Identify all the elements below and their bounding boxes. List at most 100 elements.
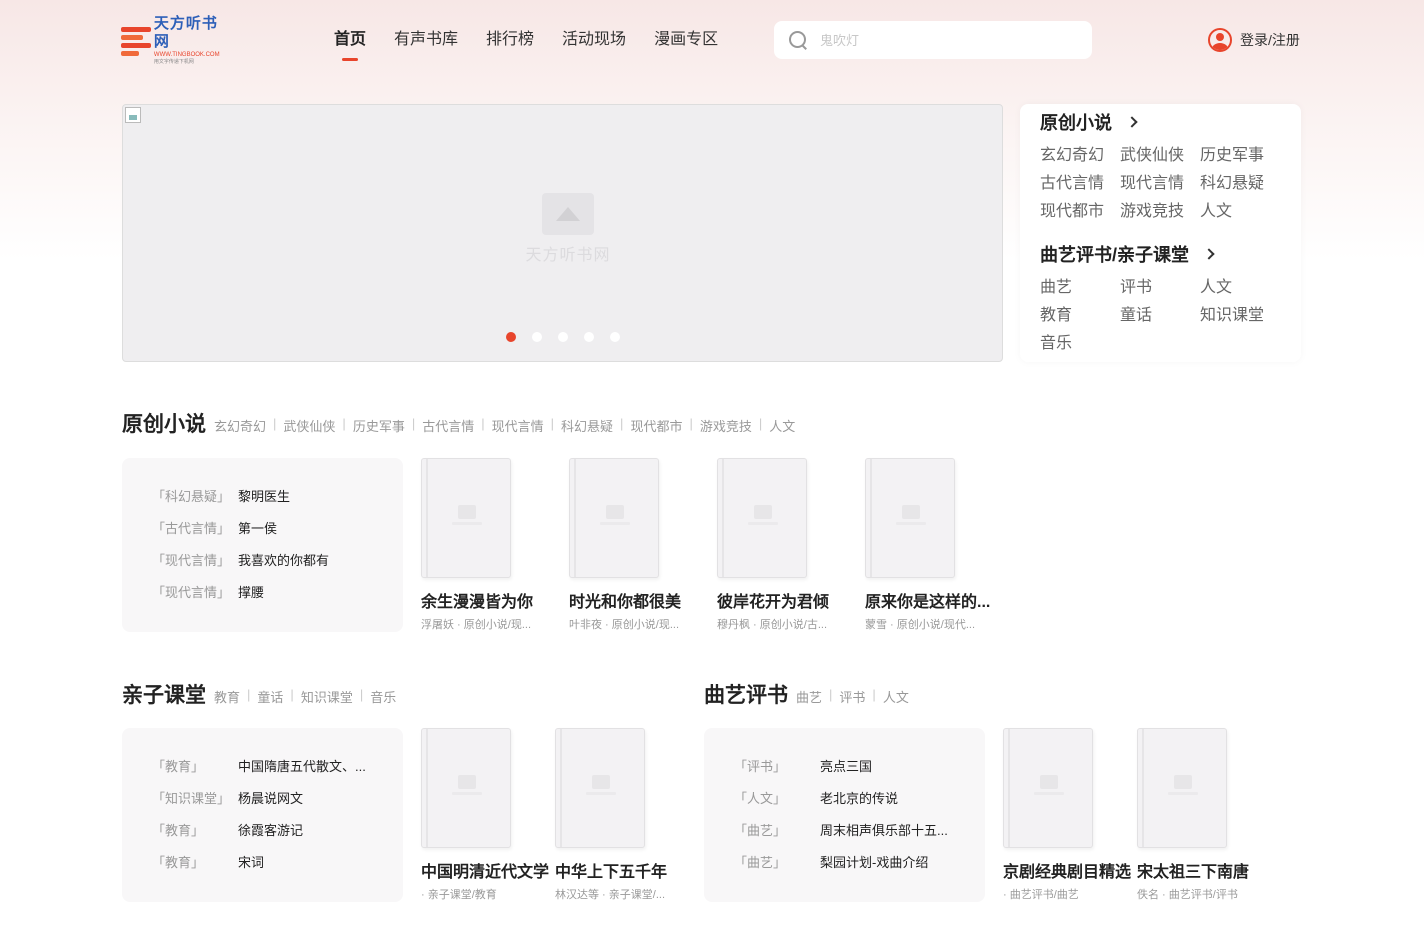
nav-audiobook-library[interactable]: 有声书库 (394, 28, 458, 52)
book-cover[interactable] (1003, 728, 1093, 848)
list-item[interactable]: 「科幻悬疑」 黎明医生 (152, 488, 378, 506)
list-item[interactable]: 「教育」 徐霞客游记 (152, 822, 378, 840)
category-original-novel-link[interactable]: 原创小说 (1040, 109, 1138, 135)
image-placeholder-icon (458, 505, 476, 519)
list-item-category: 「科幻悬疑」 (152, 489, 231, 504)
book-card[interactable]: 中华上下五千年 林汉达等 · 亲子课堂/... (555, 728, 695, 902)
list-item[interactable]: 「教育」 宋词 (152, 854, 378, 872)
book-cover[interactable] (421, 728, 511, 848)
carousel-dot-5[interactable] (610, 332, 620, 342)
book-title[interactable]: 时光和你都很美 (569, 588, 704, 612)
nav-rankings[interactable]: 排行榜 (486, 28, 534, 52)
list-item[interactable]: 「评书」 亮点三国 (734, 758, 960, 776)
category-item[interactable]: 历史军事 (1200, 146, 1280, 166)
section-tag[interactable]: 古代言情 (422, 416, 474, 435)
section-header-opera: 曲艺评书 曲艺 | 评书 | 人文 (704, 679, 909, 709)
list-item-category: 「人文」 (734, 791, 787, 806)
category-item[interactable]: 人文 (1200, 202, 1280, 222)
book-cover[interactable] (1137, 728, 1227, 848)
book-title[interactable]: 彼岸花开为君倾 (717, 588, 852, 612)
category-item[interactable]: 曲艺 (1040, 278, 1120, 298)
book-title[interactable]: 原来你是这样的... (865, 588, 1000, 612)
login-label: 登录/注册 (1240, 32, 1300, 48)
list-item[interactable]: 「人文」 老北京的传说 (734, 790, 960, 808)
tag-divider: | (411, 416, 416, 431)
category-item[interactable]: 教育 (1040, 306, 1120, 326)
book-card[interactable]: 时光和你都很美 叶非夜 · 原创小说/现... (569, 458, 709, 632)
section-title[interactable]: 亲子课堂 (122, 679, 206, 709)
carousel-dot-3[interactable] (558, 332, 568, 342)
list-item[interactable]: 「曲艺」 梨园计划-戏曲介绍 (734, 854, 960, 872)
section-tag[interactable]: 知识课堂 (301, 687, 353, 706)
section-tag[interactable]: 现代言情 (492, 416, 544, 435)
section-tag[interactable]: 音乐 (370, 687, 396, 706)
nav-events[interactable]: 活动现场 (562, 28, 626, 52)
category-item[interactable]: 现代都市 (1040, 202, 1120, 222)
list-item[interactable]: 「知识课堂」 杨晨说网文 (152, 790, 378, 808)
section-tag[interactable]: 人文 (769, 416, 795, 435)
main-nav: 首页 有声书库 排行榜 活动现场 漫画专区 (334, 28, 746, 61)
book-card[interactable]: 宋太祖三下南唐 佚名 · 曲艺评书/评书 (1137, 728, 1277, 902)
category-item[interactable]: 知识课堂 (1200, 306, 1280, 326)
book-card[interactable]: 余生漫漫皆为你 浮屠妖 · 原创小说/现... (421, 458, 561, 632)
list-item[interactable]: 「曲艺」 周末相声俱乐部十五... (734, 822, 960, 840)
section-tag[interactable]: 童话 (257, 687, 283, 706)
book-card[interactable]: 彼岸花开为君倾 穆丹枫 · 原创小说/古... (717, 458, 857, 632)
nav-comics[interactable]: 漫画专区 (654, 28, 718, 52)
section-tag[interactable]: 游戏竞技 (700, 416, 752, 435)
tag-divider: | (829, 687, 833, 702)
category-item[interactable]: 古代言情 (1040, 174, 1120, 194)
search-input[interactable] (820, 32, 1060, 48)
section-tag[interactable]: 玄幻奇幻 (214, 416, 266, 435)
section-tag[interactable]: 历史军事 (353, 416, 405, 435)
section-tag[interactable]: 曲艺 (796, 687, 822, 706)
category-item[interactable]: 评书 (1120, 278, 1200, 298)
section-tag[interactable]: 教育 (214, 687, 240, 706)
book-cover[interactable] (555, 728, 645, 848)
list-item[interactable]: 「古代言情」 第一侯 (152, 520, 378, 538)
book-title[interactable]: 中国明清近代文学 (421, 858, 556, 882)
section-title[interactable]: 原创小说 (122, 408, 206, 438)
book-title[interactable]: 宋太祖三下南唐 (1137, 858, 1272, 882)
section-tag[interactable]: 现代都市 (630, 416, 682, 435)
book-cover[interactable] (569, 458, 659, 578)
category-item[interactable]: 玄幻奇幻 (1040, 146, 1120, 166)
section-tag[interactable]: 科幻悬疑 (561, 416, 613, 435)
carousel-dot-4[interactable] (584, 332, 594, 342)
category-item[interactable]: 人文 (1200, 278, 1280, 298)
list-item[interactable]: 「现代言情」 我喜欢的你都有 (152, 552, 378, 570)
category-item[interactable]: 音乐 (1040, 334, 1120, 354)
category-item[interactable]: 科幻悬疑 (1200, 174, 1280, 194)
book-title[interactable]: 余生漫漫皆为你 (421, 588, 556, 612)
logo-name: 天方听书网 (153, 14, 218, 50)
section-tag[interactable]: 评书 (839, 687, 865, 706)
banner-placeholder: 天方听书网 (523, 193, 613, 273)
book-card[interactable]: 原来你是这样的... 蒙雪 · 原创小说/现代... (865, 458, 1005, 632)
category-item[interactable]: 童话 (1120, 306, 1200, 326)
book-card[interactable]: 京剧经典剧目精选 · 曲艺评书/曲艺 (1003, 728, 1143, 902)
book-cover[interactable] (865, 458, 955, 578)
list-item[interactable]: 「现代言情」 撑腰 (152, 584, 378, 602)
book-cover[interactable] (421, 458, 511, 578)
carousel-dot-2[interactable] (532, 332, 542, 342)
nav-home[interactable]: 首页 (334, 28, 366, 61)
category-item[interactable]: 武侠仙侠 (1120, 146, 1200, 166)
list-item-title: 老北京的传说 (820, 791, 899, 806)
section-tag[interactable]: 人文 (883, 687, 909, 706)
category-opera-kids-link[interactable]: 曲艺评书/亲子课堂 (1040, 241, 1215, 267)
book-card[interactable]: 中国明清近代文学 · 亲子课堂/教育 (421, 728, 561, 902)
category-item[interactable]: 现代言情 (1120, 174, 1200, 194)
section-title[interactable]: 曲艺评书 (704, 679, 788, 709)
carousel-dot-1[interactable] (506, 332, 516, 342)
category-item[interactable]: 游戏竞技 (1120, 202, 1200, 222)
banner-carousel[interactable]: 天方听书网 (122, 104, 1003, 362)
book-cover[interactable] (717, 458, 807, 578)
site-logo[interactable]: 天方听书网 WWW.TINGBOOK.COM 用文字传递下机网 (121, 15, 231, 65)
book-title[interactable]: 中华上下五千年 (555, 858, 690, 882)
book-meta: · 曲艺评书/曲艺 (1003, 889, 1079, 901)
login-register-link[interactable]: 登录/注册 (1208, 28, 1300, 52)
search-icon[interactable] (788, 30, 808, 50)
book-title[interactable]: 京剧经典剧目精选 (1003, 858, 1138, 882)
list-item[interactable]: 「教育」 中国隋唐五代散文、... (152, 758, 378, 776)
section-tag[interactable]: 武侠仙侠 (283, 416, 335, 435)
